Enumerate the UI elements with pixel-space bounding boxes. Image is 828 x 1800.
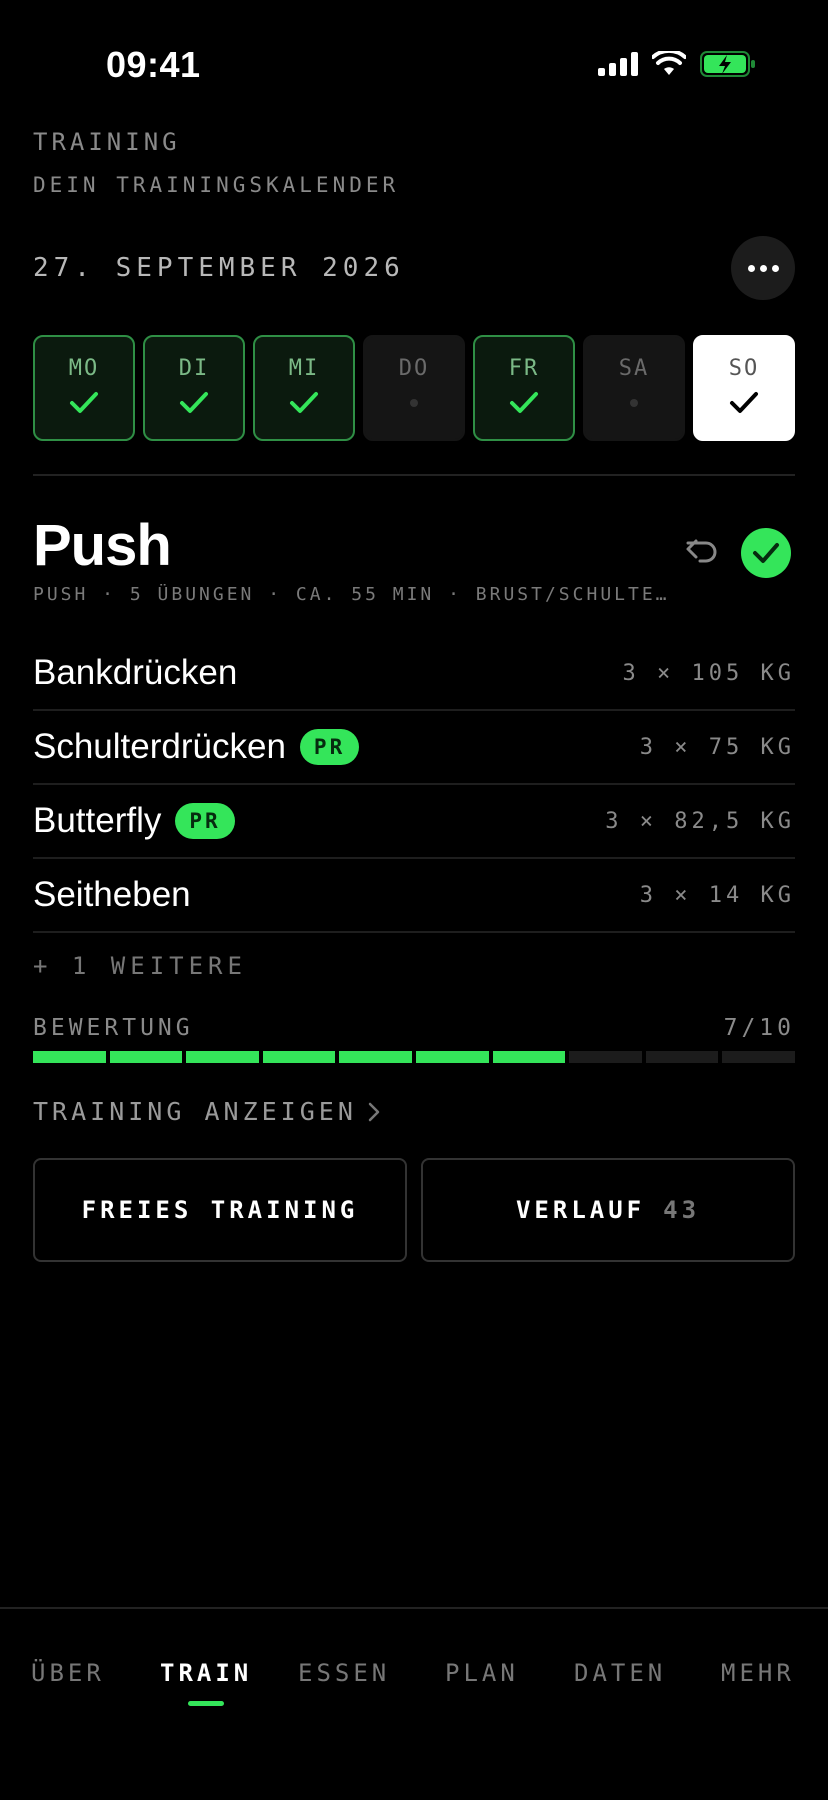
exercise-left: Butterfly PR	[33, 801, 235, 841]
rating-segment	[186, 1051, 259, 1063]
tab-essen[interactable]: ESSEN	[298, 1659, 390, 1687]
exercise-name: Schulterdrücken	[33, 727, 286, 766]
exercise-sets-weight: 3 × 82,5 KG	[605, 808, 795, 834]
checkmark-icon	[753, 543, 779, 563]
complete-workout-button[interactable]	[741, 528, 791, 578]
tab-bar: ÜBER TRAIN ESSEN PLAN DATEN MEHR	[0, 1607, 828, 1800]
checkmark-icon	[509, 385, 539, 421]
day-label: MO	[68, 355, 100, 381]
divider	[33, 474, 795, 476]
more-exercises-link[interactable]: + 1 WEITERE	[33, 952, 247, 980]
rest-dot-icon	[410, 385, 418, 421]
wifi-icon	[652, 51, 686, 75]
day-fr[interactable]: FR	[473, 335, 575, 441]
day-sa[interactable]: SA	[583, 335, 685, 441]
week-calendar: MO DI MI DO FR SA SO	[33, 335, 795, 441]
rest-dot-icon	[630, 385, 638, 421]
status-time: 09:41	[106, 44, 201, 85]
rating-segment	[415, 1051, 489, 1063]
exercise-row[interactable]: Schulterdrücken PR 3 × 75 KG	[33, 711, 795, 785]
exercise-sets-weight: 3 × 14 KG	[639, 882, 795, 908]
history-label: VERLAUF	[515, 1196, 646, 1224]
page-title: TRAINING	[33, 128, 181, 156]
pr-badge: PR	[175, 803, 235, 839]
rating-segment	[569, 1051, 642, 1063]
exercise-name: Butterfly	[33, 801, 162, 840]
rating-segment	[262, 1051, 336, 1063]
day-label: DI	[178, 355, 210, 381]
chevron-right-icon	[368, 1102, 380, 1121]
rating-segment	[33, 1051, 106, 1063]
checkmark-icon	[179, 385, 209, 421]
status-bar: 09:41	[0, 0, 828, 120]
rating-bar	[33, 1051, 795, 1063]
checkmark-icon	[729, 385, 759, 421]
exercise-left: Seitheben	[33, 875, 191, 915]
exercise-name: Seitheben	[33, 875, 191, 914]
exercise-name: Bankdrücken	[33, 653, 238, 692]
free-training-button[interactable]: FREIES TRAINING	[33, 1158, 407, 1262]
tab-mehr[interactable]: MEHR	[721, 1659, 795, 1687]
rating-segment	[339, 1051, 412, 1063]
signal-icon	[598, 52, 638, 76]
tab-daten[interactable]: DATEN	[574, 1659, 666, 1687]
battery-charging-icon	[700, 51, 755, 77]
status-icons	[598, 50, 756, 78]
show-training-link[interactable]: TRAINING ANZEIGEN	[33, 1097, 381, 1126]
show-training-label: TRAINING ANZEIGEN	[33, 1097, 357, 1126]
free-training-label: FREIES TRAINING	[81, 1196, 359, 1224]
day-di[interactable]: DI	[143, 335, 245, 441]
day-label: MI	[288, 355, 320, 381]
current-date: 27. SEPTEMBER 2026	[33, 253, 405, 283]
ellipsis-dot	[759, 264, 767, 272]
workout-title: Push	[33, 513, 172, 578]
exercise-left: Bankdrücken	[33, 653, 237, 693]
day-label: FR	[508, 355, 540, 381]
ellipsis-dot	[771, 264, 779, 272]
tab-plan[interactable]: PLAN	[445, 1659, 519, 1687]
ellipsis-icon	[747, 264, 755, 272]
more-options-button[interactable]	[731, 236, 795, 300]
rating-segment	[109, 1051, 183, 1063]
tab-über[interactable]: ÜBER	[31, 1659, 105, 1687]
exercise-row[interactable]: Seitheben 3 × 14 KG	[33, 859, 795, 933]
rating-segment	[492, 1051, 566, 1063]
rest-dot	[630, 398, 638, 407]
active-tab-indicator	[188, 1701, 224, 1706]
checkmark-icon	[69, 385, 99, 421]
pr-badge: PR	[299, 729, 360, 765]
exercise-row[interactable]: Bankdrücken 3 × 105 KG	[33, 637, 795, 711]
day-do[interactable]: DO	[363, 335, 465, 441]
tab-train[interactable]: TRAIN	[160, 1659, 252, 1687]
history-count: 43	[663, 1196, 701, 1224]
day-mi[interactable]: MI	[253, 335, 355, 441]
exercise-sets-weight: 3 × 75 KG	[639, 734, 795, 760]
day-label: DO	[398, 355, 430, 381]
undo-icon[interactable]	[682, 530, 722, 570]
history-button[interactable]: VERLAUF 43	[421, 1158, 795, 1262]
day-label: SO	[728, 355, 760, 381]
day-label: SA	[618, 355, 650, 381]
rating-label: BEWERTUNG	[33, 1015, 194, 1041]
page-subtitle: DEIN TRAININGSKALENDER	[33, 173, 400, 197]
rest-dot	[410, 398, 418, 407]
day-mo[interactable]: MO	[33, 335, 135, 441]
exercise-row[interactable]: Butterfly PR 3 × 82,5 KG	[33, 785, 795, 859]
checkmark-icon	[289, 385, 319, 421]
exercise-sets-weight: 3 × 105 KG	[622, 660, 795, 686]
workout-meta: PUSH · 5 ÜBUNGEN · CA. 55 MIN · BRUST/SC…	[33, 584, 670, 605]
rating-value: 7/10	[723, 1015, 795, 1041]
day-so[interactable]: SO	[693, 335, 795, 441]
rating-segment	[722, 1051, 795, 1063]
exercise-left: Schulterdrücken PR	[33, 727, 360, 767]
rating-segment	[645, 1051, 719, 1063]
